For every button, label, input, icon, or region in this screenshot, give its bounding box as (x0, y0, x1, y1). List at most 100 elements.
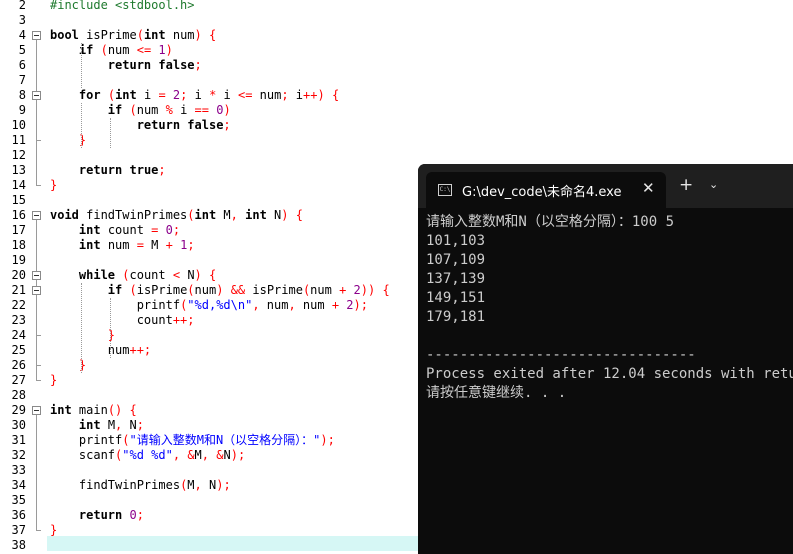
code-token: num (165, 28, 195, 42)
code-token: ) (223, 103, 231, 117)
code-line[interactable]: if (num % i == 0) (50, 103, 231, 118)
fold-end-marker (36, 530, 41, 531)
new-tab-icon[interactable]: + (679, 176, 693, 194)
line-number: 9 (18, 103, 26, 117)
code-token: num (259, 298, 289, 312)
code-line[interactable]: for (int i = 2; i * i <= num; i++) { (50, 88, 339, 103)
code-line[interactable]: void findTwinPrimes(int M, int N) { (50, 208, 303, 223)
code-token: i (136, 88, 159, 102)
code-token: false (187, 118, 224, 132)
terminal-tab[interactable]: C:\ G:\dev_code\未命名4.exe ✕ (426, 172, 666, 208)
code-token: #include <stdbool.h> (50, 0, 195, 12)
line-number: 21 (11, 283, 26, 297)
code-token: 1 (158, 43, 166, 57)
code-line[interactable]: count++; (50, 313, 195, 328)
line-number: 10 (11, 118, 26, 132)
code-token: ; (281, 88, 289, 102)
code-token: , (201, 448, 210, 462)
terminal-line: 107,109 (426, 252, 486, 268)
terminal-line: 179,181 (426, 309, 486, 325)
line-number: 17 (11, 223, 26, 237)
line-number: 23 (11, 313, 26, 327)
code-line[interactable]: if (isPrime(num) && isPrime(num + 2)) { (50, 283, 390, 298)
terminal-window[interactable]: C:\ G:\dev_code\未命名4.exe ✕ + ⌄ 请输入整数M和N（… (418, 164, 793, 554)
terminal-output[interactable]: 请输入整数M和N（以空格分隔）：100 5 101,103 107,109 137,1… (426, 213, 793, 403)
chevron-down-icon[interactable]: ⌄ (709, 178, 718, 191)
line-number: 27 (11, 373, 26, 387)
code-line[interactable]: int num = M + 1; (50, 238, 195, 253)
code-line[interactable]: bool isPrime(int num) { (50, 28, 216, 43)
code-line[interactable]: findTwinPrimes(M, N); (50, 478, 231, 493)
code-line[interactable]: return false; (50, 58, 202, 73)
code-token: , (172, 448, 181, 462)
code-token: int (115, 88, 137, 102)
code-token: == (194, 103, 209, 117)
code-token: ; (187, 238, 195, 252)
line-number: 36 (11, 508, 26, 522)
terminal-line: Process exited after 12.04 seconds with … (426, 366, 793, 382)
code-token: num (100, 238, 137, 252)
code-line[interactable]: int count = 0; (50, 223, 180, 238)
code-token: + (331, 298, 340, 312)
code-line[interactable]: int main() { (50, 403, 137, 418)
code-line[interactable]: } (50, 328, 115, 343)
code-token: ; (194, 58, 202, 72)
code-token: , (230, 208, 238, 222)
line-number: 4 (18, 28, 26, 42)
code-token: num (194, 283, 217, 297)
code-line[interactable]: scanf("%d %d", &M, &N); (50, 448, 245, 463)
fold-toggle-icon[interactable] (32, 31, 41, 40)
code-token: ; (136, 418, 144, 432)
code-line[interactable]: #include <stdbool.h> (50, 0, 195, 13)
code-token: num (252, 88, 282, 102)
code-token: i (216, 88, 238, 102)
code-line[interactable]: num++; (50, 343, 151, 358)
fold-toggle-icon[interactable] (32, 271, 41, 280)
code-line[interactable]: int M, N; (50, 418, 144, 433)
code-line[interactable]: } (50, 373, 57, 388)
code-token: false (158, 58, 195, 72)
fold-toggle-icon[interactable] (32, 286, 41, 295)
code-line[interactable]: printf("请输入整数M和N（以空格分隔）："); (50, 433, 335, 448)
code-line[interactable]: } (50, 523, 57, 538)
terminal-tab-title: G:\dev_code\未命名4.exe (462, 185, 622, 200)
close-tab-icon[interactable]: ✕ (642, 179, 655, 197)
code-token: M (143, 238, 166, 252)
code-token: 2 (353, 283, 361, 297)
code-token: i (187, 88, 210, 102)
code-token: "%d,%d\n" (187, 298, 253, 312)
code-line[interactable]: while (count < N) { (50, 268, 216, 283)
code-token: = (136, 238, 144, 252)
code-line[interactable]: } (50, 178, 57, 193)
code-line[interactable]: return true; (50, 163, 166, 178)
code-token: int (50, 403, 72, 417)
code-token: isPrime (245, 283, 303, 297)
code-line[interactable]: if (num <= 1) (50, 43, 173, 58)
code-token: ); (216, 478, 231, 492)
code-line[interactable]: return 0; (50, 508, 144, 523)
code-token: ( (107, 88, 116, 102)
code-token: { (122, 403, 137, 417)
code-token: num (136, 103, 166, 117)
code-token: ; (172, 223, 181, 237)
code-line[interactable]: printf("%d,%d\n", num, num + 2); (50, 298, 368, 313)
fold-toggle-icon[interactable] (32, 91, 41, 100)
fold-toggle-icon[interactable] (32, 211, 41, 220)
line-number: 25 (11, 343, 26, 357)
code-line[interactable]: return false; (50, 118, 231, 133)
code-token: count (129, 268, 173, 282)
code-token: N (122, 418, 137, 432)
fold-toggle-icon[interactable] (32, 406, 41, 415)
